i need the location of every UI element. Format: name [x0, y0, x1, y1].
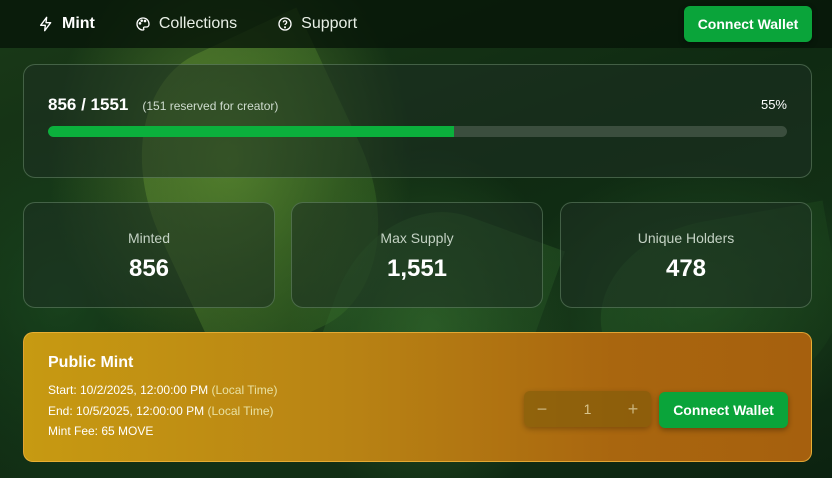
nav-item-label: Support: [301, 15, 358, 32]
stat-card-minted: Minted 856: [23, 202, 275, 308]
stat-label: Minted: [127, 230, 171, 246]
public-mint-title: Public Mint: [48, 354, 134, 371]
lightning-icon: [40, 16, 52, 32]
stat-card-max-supply: Max Supply 1,551: [291, 202, 543, 308]
public-mint-card: Public Mint Start: 10/2/2025, 12:00:00 P…: [23, 332, 812, 462]
local-time-note: (Local Time): [207, 404, 274, 418]
progress-percent: 55%: [760, 97, 787, 112]
reserved-note: (151 reserved for creator): [142, 99, 279, 113]
stat-value: 856: [128, 255, 170, 282]
mint-connect-wallet-button[interactable]: Connect Wallet: [659, 392, 788, 428]
mint-progress-card: 856 / 1551 (151 reserved for creator) 55…: [23, 64, 812, 178]
start-label: Start: 10/2/2025, 12:00:00 PM: [48, 383, 209, 397]
mint-end-time: End: 10/5/2025, 12:00:00 PM (Local Time): [48, 404, 274, 418]
top-nav: Mint Collections Support Connect Wallet: [0, 0, 832, 48]
mint-start-time: Start: 10/2/2025, 12:00:00 PM (Local Tim…: [48, 383, 277, 397]
palette-icon: [136, 17, 150, 31]
progress-bar-track: [48, 126, 787, 137]
connect-wallet-button[interactable]: Connect Wallet: [684, 6, 812, 42]
nav-item-support[interactable]: Support: [277, 15, 357, 33]
stat-label: Unique Holders: [637, 230, 735, 246]
quantity-value[interactable]: 1: [584, 401, 592, 417]
stat-card-unique-holders: Unique Holders 478: [560, 202, 812, 308]
progress-count: 856 / 1551: [48, 95, 129, 114]
increment-button[interactable]: +: [615, 391, 651, 427]
stat-label: Max Supply: [380, 230, 454, 246]
nav-item-mint[interactable]: Mint: [38, 15, 95, 33]
local-time-note: (Local Time): [211, 383, 278, 397]
mint-fee: Mint Fee: 65 MOVE: [48, 424, 154, 438]
nav-item-label: Mint: [62, 15, 95, 32]
progress-header: 856 / 1551 (151 reserved for creator): [48, 95, 278, 115]
progress-bar-fill: [48, 126, 455, 137]
stat-value: 478: [665, 255, 707, 282]
nav-item-label: Collections: [158, 15, 238, 32]
stat-value: 1,551: [386, 255, 448, 282]
nav-item-collections[interactable]: Collections: [135, 15, 237, 33]
decrement-button[interactable]: −: [524, 391, 560, 427]
help-circle-icon: [278, 17, 292, 31]
end-label: End: 10/5/2025, 12:00:00 PM: [48, 404, 205, 418]
quantity-stepper: − 1 +: [524, 391, 651, 427]
